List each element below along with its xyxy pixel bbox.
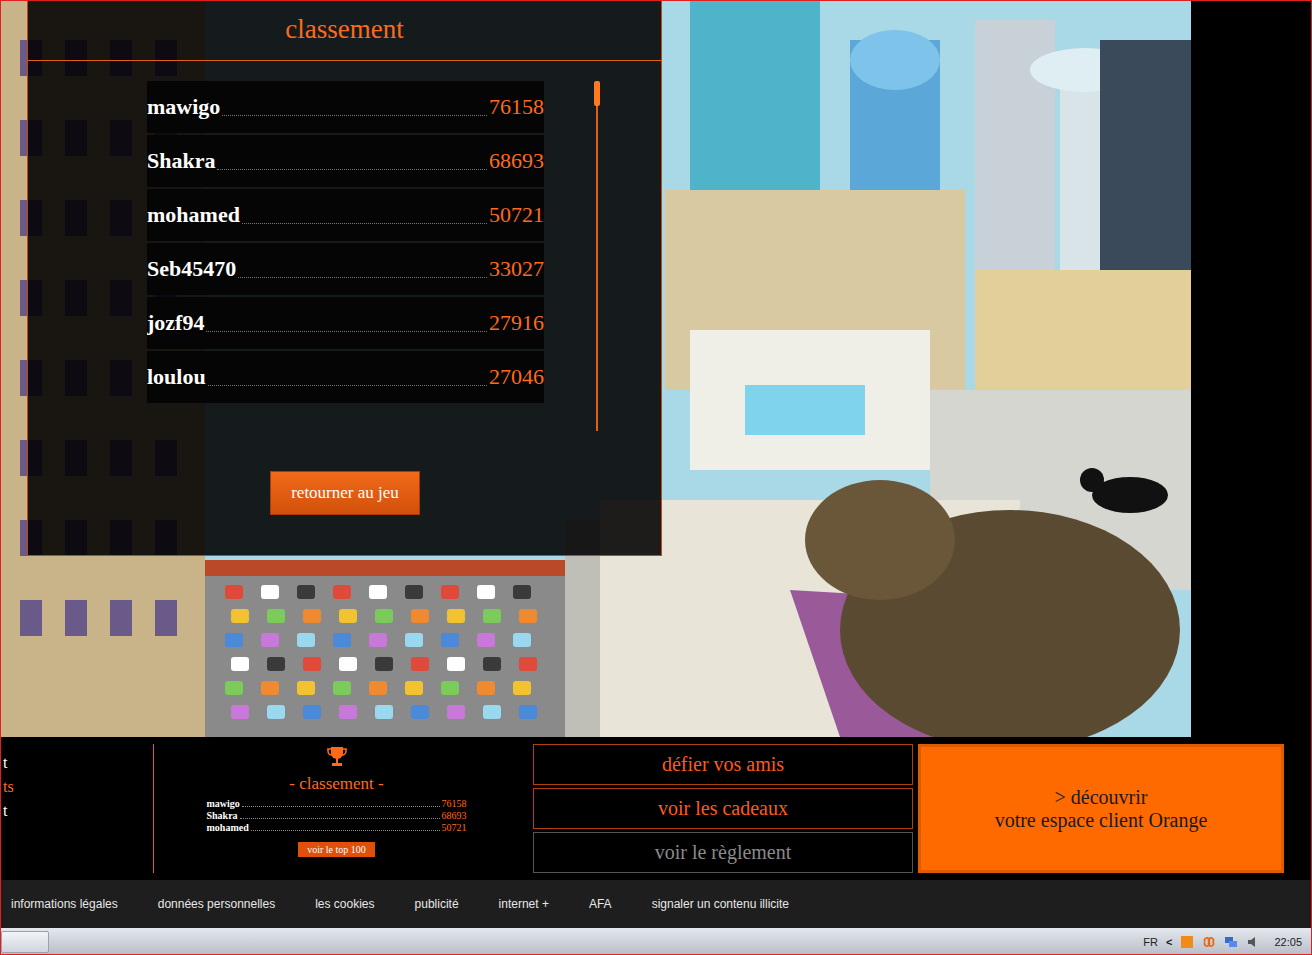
ranking-row: Shakra 68693 xyxy=(147,135,544,187)
network-icon[interactable] xyxy=(1224,935,1238,949)
mini-ranking: - classement - mawigo76158Shakra68693moha… xyxy=(154,744,519,873)
ranking-list[interactable]: mawigo 76158 Shakra 68693 mohamed 50721 Seb454… xyxy=(147,81,544,429)
top-100-button[interactable]: voir le top 100 xyxy=(298,842,375,857)
action-button[interactable]: défier vos amis xyxy=(533,744,913,785)
ranking-row: mohamed 50721 xyxy=(147,189,544,241)
player-name: mohamed xyxy=(147,202,240,228)
orange-client-space-button[interactable]: > découvrirvotre espace client Orange xyxy=(918,744,1284,873)
dotted-leader xyxy=(242,223,487,224)
footer-link[interactable]: AFA xyxy=(589,897,612,911)
footer-link[interactable]: données personnelles xyxy=(158,897,275,911)
clock: 22:05 xyxy=(1274,936,1302,948)
player-name: mawigo xyxy=(147,94,220,120)
mini-ranking-title: - classement - xyxy=(289,774,383,794)
left-fragment: t ts t xyxy=(0,744,154,873)
orange-tray-icon[interactable] xyxy=(1180,935,1194,949)
system-tray: FR <22:05 xyxy=(1143,935,1312,949)
dotted-leader xyxy=(217,169,487,170)
screen: classement mawigo 76158 Shakra 68693 mohamed 5… xyxy=(0,0,1312,955)
game-area: classement mawigo 76158 Shakra 68693 mohamed 5… xyxy=(0,0,1312,737)
scrollbar-thumb[interactable] xyxy=(594,81,600,106)
player-name: Seb45470 xyxy=(147,256,236,282)
fragment-text[interactable]: t xyxy=(3,802,153,820)
mini-ranking-row: mawigo76158 xyxy=(207,798,467,810)
window-frame xyxy=(0,0,1312,955)
panel-title: classement xyxy=(28,0,661,61)
infinity-tray-icon[interactable] xyxy=(1202,935,1216,949)
game-stage[interactable]: classement mawigo 76158 Shakra 68693 mohamed 5… xyxy=(0,0,1191,737)
footer-link[interactable]: signaler un contenu illicite xyxy=(652,897,789,911)
player-name: jozf94 xyxy=(147,310,204,336)
player-score: 76158 xyxy=(489,94,544,120)
player-score: 68693 xyxy=(489,148,544,174)
ranking-panel: classement mawigo 76158 Shakra 68693 mohamed 5… xyxy=(27,0,662,556)
bottom-bar: t ts t - classement - mawigo76158Shakra68693… xyxy=(0,737,1312,880)
language-indicator[interactable]: FR xyxy=(1143,936,1158,948)
fragment-text[interactable]: t xyxy=(3,754,153,772)
footer-link[interactable]: internet + xyxy=(499,897,549,911)
taskbar: FR <22:05 xyxy=(0,928,1312,955)
dotted-leader xyxy=(222,115,487,116)
mini-ranking-row: Shakra68693 xyxy=(207,810,467,822)
back-to-game-button[interactable]: retourner au jeu xyxy=(270,471,420,515)
player-score: 27046 xyxy=(489,364,544,390)
player-name: loulou xyxy=(147,364,206,390)
player-score: 27916 xyxy=(489,310,544,336)
dotted-leader xyxy=(238,277,487,278)
player-score: 33027 xyxy=(489,256,544,282)
right-strip xyxy=(1191,0,1312,737)
ranking-row: loulou 27046 xyxy=(147,351,544,403)
action-button[interactable]: voir le règlement xyxy=(533,832,913,873)
player-score: 50721 xyxy=(489,202,544,228)
mini-ranking-row: mohamed50721 xyxy=(207,822,467,834)
footer-link[interactable]: informations légales xyxy=(11,897,118,911)
taskbar-button[interactable] xyxy=(1,931,49,953)
action-button[interactable]: voir les cadeaux xyxy=(533,788,913,829)
ranking-row: Seb45470 33027 xyxy=(147,243,544,295)
dotted-leader xyxy=(206,331,487,332)
tray-expand[interactable]: < xyxy=(1166,936,1172,948)
fragment-text[interactable]: ts xyxy=(3,778,153,796)
player-name: Shakra xyxy=(147,148,215,174)
action-buttons: défier vos amisvoir les cadeauxvoir le r… xyxy=(533,744,913,873)
panel-body: mawigo 76158 Shakra 68693 mohamed 50721 Seb454… xyxy=(28,61,661,431)
trophy-icon xyxy=(327,746,347,768)
scrollbar[interactable] xyxy=(596,81,598,431)
footer-link[interactable]: les cookies xyxy=(315,897,374,911)
speaker-icon[interactable] xyxy=(1246,935,1260,949)
ranking-row: mawigo 76158 xyxy=(147,81,544,133)
dotted-leader xyxy=(208,385,487,386)
ranking-row: jozf94 27916 xyxy=(147,297,544,349)
footer: informations légales données personnelles… xyxy=(0,880,1312,928)
footer-link[interactable]: publicité xyxy=(415,897,459,911)
